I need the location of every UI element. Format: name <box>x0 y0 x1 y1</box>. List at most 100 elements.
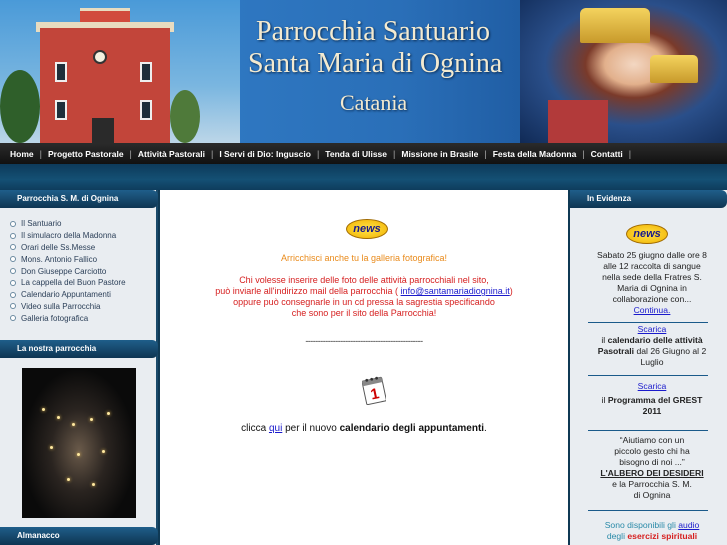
news-item-calendar: Scarica il calendario delle attività Pas… <box>582 324 722 368</box>
tree-image <box>170 90 200 143</box>
calendar-line-mid: per il nuovo <box>285 423 337 434</box>
nav-item-tenda-di-ulisse[interactable]: Tenda di Ulisse <box>319 149 393 159</box>
gallery-headline: Arricchisci anche tu la galleria fotogra… <box>280 253 448 263</box>
calendar-line: clicca qui per il nuovo calendario degli… <box>160 423 568 434</box>
nav-separator: | <box>628 148 632 159</box>
decorative-band <box>0 164 727 190</box>
sidebar-item-label: Mons. Antonio Fallico <box>21 254 98 264</box>
photo-light <box>57 416 60 419</box>
news-item-albero: “Aiutiamo con un piccolo gesto chi ha bi… <box>582 435 722 501</box>
news-item-line: Sabato 25 giugno dalle ore 8 <box>597 250 707 260</box>
church-window <box>140 62 152 82</box>
church-window <box>55 100 67 120</box>
divider-line <box>588 430 708 431</box>
content-divider: ----------------------------------------… <box>305 336 423 346</box>
divider-line <box>588 375 708 376</box>
right-sidebar: In Evidenza news Sabato 25 giugno dalle … <box>570 190 727 545</box>
bullet-icon <box>10 220 16 227</box>
header-banner: Parrocchia Santuario Santa Maria di Ogni… <box>0 0 727 143</box>
nav-item-attivita-pastorali[interactable]: Attività Pastorali <box>132 149 211 159</box>
item-prefix: il <box>601 395 606 405</box>
news-item-audio: Sono disponibili gli audio degli eserciz… <box>582 520 722 542</box>
clock-icon <box>93 50 107 64</box>
esercizi-text: esercizi spirituali <box>627 531 698 541</box>
sidebar-item-cappella[interactable]: La cappella del Buon Pastore <box>10 277 126 289</box>
item-bold: 2011 <box>642 406 662 416</box>
sidebar-item-orari-messe[interactable]: Orari delle Ss.Messe <box>10 242 126 254</box>
gallery-text-line2-suffix: ) <box>509 286 513 296</box>
sidebar-item-mons-fallico[interactable]: Mons. Antonio Fallico <box>10 253 126 265</box>
sidebar-item-galleria[interactable]: Galleria fotografica <box>10 312 126 324</box>
item-prefix: degli <box>606 531 626 541</box>
left-sidebar: Parrocchia S. M. di Ognina Il Santuario … <box>0 190 158 545</box>
sidebar-item-simulacro[interactable]: Il simulacro della Madonna <box>10 230 126 242</box>
calendar-line-prefix: clicca <box>241 423 267 434</box>
photo-light <box>92 483 95 486</box>
calendar-icon[interactable]: 1 <box>362 375 386 405</box>
tree-image <box>0 70 40 143</box>
news-badge-icon: news <box>346 219 388 239</box>
parish-photo[interactable] <box>22 368 136 518</box>
sidebar-section-title: Parrocchia S. M. di Ognina <box>0 190 158 208</box>
church-window <box>140 100 152 120</box>
calendar-here-link[interactable]: qui <box>269 423 282 434</box>
news-item-line: piccolo gesto chi ha <box>614 446 690 456</box>
main-content: news Arricchisci anche tu la galleria fo… <box>160 190 568 545</box>
news-item-line: “Aiutiamo con un <box>619 435 685 445</box>
child-crown-image <box>650 55 698 83</box>
news-item-line: e la Parrocchia S. M. <box>612 479 692 489</box>
news-item-line: alle 12 raccolta di sangue <box>603 261 701 271</box>
nav-item-progetto-pastorale[interactable]: Progetto Pastorale <box>42 149 130 159</box>
photo-light <box>77 453 80 456</box>
item-prefix: il <box>601 335 606 345</box>
sidebar-item-label: Calendario Appuntamenti <box>21 290 111 300</box>
albero-link[interactable]: L'ALBERO DEI DESIDERI <box>582 468 722 479</box>
scarica-grest-link[interactable]: Scarica <box>582 381 722 392</box>
photo-light <box>67 478 70 481</box>
item-bold: calendario delle attività <box>607 335 703 345</box>
sidebar-item-santuario[interactable]: Il Santuario <box>10 218 126 230</box>
nav-item-home[interactable]: Home <box>4 149 40 159</box>
news-item-line: collaborazione con... <box>612 294 692 304</box>
gallery-email-link[interactable]: info@santamariadiognina.it <box>401 286 510 296</box>
nav-item-servi-di-dio[interactable]: I Servi di Dio: Inguscio <box>213 149 317 159</box>
crown-image <box>580 8 650 43</box>
sidebar-item-label: Il simulacro della Madonna <box>21 231 117 241</box>
bullet-icon <box>10 291 16 298</box>
bullet-icon <box>10 244 16 251</box>
sidebar-item-label: Il Santuario <box>21 219 62 229</box>
news-badge-icon: news <box>626 224 668 244</box>
sidebar-item-don-carciotto[interactable]: Don Giuseppe Carciotto <box>10 265 126 277</box>
gallery-text-line4: che sono per il sito della Parrocchia! <box>291 308 437 318</box>
divider-line <box>588 322 708 323</box>
church-window <box>55 62 67 82</box>
site-title-city: Catania <box>340 90 408 115</box>
item-rest: dal 26 Giugno al 2 <box>636 346 707 356</box>
photo-light <box>42 408 45 411</box>
nav-item-contatti[interactable]: Contatti <box>585 149 629 159</box>
calendar-line-bold: calendario degli appuntamenti <box>339 423 485 434</box>
news-item-grest: Scarica il Programma del GREST 2011 <box>582 381 722 417</box>
madonna-robe <box>548 100 608 143</box>
scarica-calendar-link[interactable]: Scarica <box>582 324 722 335</box>
sidebar-item-label: Orari delle Ss.Messe <box>21 242 96 252</box>
sidebar-section-title: La nostra parrocchia <box>0 340 158 358</box>
bullet-icon <box>10 279 16 286</box>
site-title-line1: Parrocchia Santuario <box>256 16 491 47</box>
sidebar-item-label: Galleria fotografica <box>21 313 89 323</box>
photo-light <box>102 450 105 453</box>
photo-light <box>107 412 110 415</box>
sidebar-item-calendario[interactable]: Calendario Appuntamenti <box>10 289 126 301</box>
news-item-line: bisogno di noi ...” <box>619 457 685 467</box>
item-rest: Luglio <box>640 357 664 367</box>
nav-item-festa-madonna[interactable]: Festa della Madonna <box>487 149 583 159</box>
nav-item-missione-brasile[interactable]: Missione in Brasile <box>395 149 484 159</box>
news-item-line: nella sede della Fratres S. <box>602 272 702 282</box>
continua-link[interactable]: Continua. <box>582 305 722 316</box>
photo-light <box>90 418 93 421</box>
sidebar-item-video[interactable]: Video sulla Parrocchia <box>10 301 126 313</box>
photo-light <box>72 423 75 426</box>
audio-link[interactable]: audio <box>678 520 699 530</box>
gallery-text-line2: può inviarle all'indirizzo mail della pa… <box>160 286 568 297</box>
sidebar-section-title: Almanacco <box>0 527 158 545</box>
